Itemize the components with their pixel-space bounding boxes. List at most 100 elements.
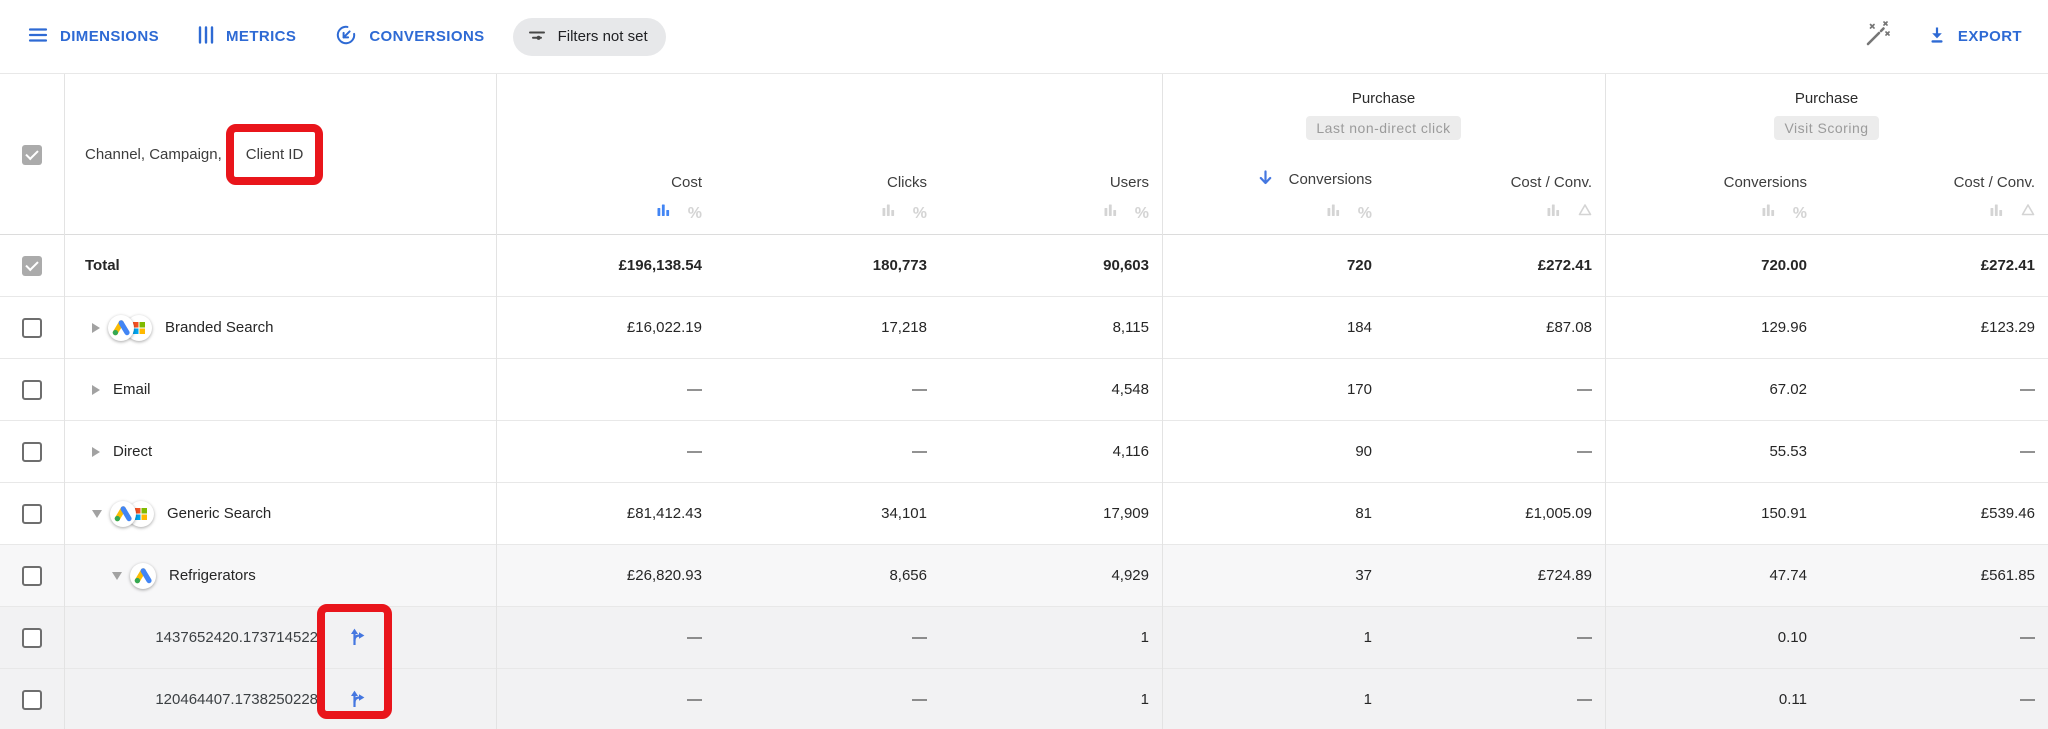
- google-ads-icon: [110, 501, 136, 527]
- delta-toggle-icon[interactable]: [1578, 203, 1592, 220]
- toolbar: DIMENSIONS METRICS CONVERSIONS: [0, 0, 2048, 74]
- export-button[interactable]: EXPORT: [1927, 25, 2022, 49]
- table-row-generic-search: Generic Search £81,412.43 34,101 17,909 …: [0, 483, 2048, 545]
- client-journey-icon[interactable]: [346, 687, 368, 713]
- row-checkbox[interactable]: [22, 690, 42, 710]
- bar-chart-toggle-icon[interactable]: [1762, 203, 1775, 220]
- cell-costconv-vs: —: [1820, 359, 2048, 420]
- row-checkbox[interactable]: [22, 256, 42, 276]
- conversions-vs-column-header[interactable]: Conversions %: [1605, 152, 1820, 235]
- cell-cost: —: [496, 421, 715, 482]
- row-name[interactable]: Branded Search: [165, 319, 273, 336]
- percent-toggle-icon[interactable]: %: [1358, 207, 1372, 220]
- cell-users: 4,548: [940, 359, 1162, 420]
- expand-arrow-icon[interactable]: [92, 323, 100, 333]
- google-ads-icon: [108, 315, 134, 341]
- table-row-client-id-1: 1437652420.173714522 — — 1 1 — 0.10 —: [0, 607, 2048, 669]
- filters-chip[interactable]: Filters not set: [513, 18, 666, 56]
- cell-clicks: —: [715, 359, 940, 420]
- dimensions-button[interactable]: DIMENSIONS: [27, 24, 159, 50]
- conversions-button[interactable]: CONVERSIONS: [334, 23, 484, 51]
- cell-conversions-lndc: 1: [1162, 607, 1385, 668]
- percent-toggle-icon[interactable]: %: [1135, 207, 1149, 220]
- cell-costconv-vs: £539.46: [1820, 483, 2048, 544]
- group-title: Purchase: [1795, 90, 1858, 107]
- cell-conversions-vs: 0.11: [1605, 669, 1820, 729]
- column-label: Users: [1110, 174, 1149, 191]
- table-row-total: Total £196,138.54 180,773 90,603 720 £27…: [0, 235, 2048, 297]
- bar-chart-toggle-icon[interactable]: [657, 203, 670, 220]
- row-name[interactable]: Direct: [113, 443, 152, 460]
- bar-chart-toggle-icon[interactable]: [1327, 203, 1340, 220]
- cell-conversions-vs: 129.96: [1605, 297, 1820, 358]
- channel-icons: [110, 501, 154, 527]
- row-checkbox[interactable]: [22, 318, 42, 338]
- auto-magic-button[interactable]: [1861, 18, 1893, 55]
- percent-toggle-icon[interactable]: %: [913, 207, 927, 220]
- column-label: Cost / Conv.: [1954, 174, 2035, 191]
- row-checkbox[interactable]: [22, 442, 42, 462]
- clicks-column-header[interactable]: Clicks %: [715, 152, 940, 235]
- total-cost: £196,138.54: [496, 235, 715, 296]
- row-checkbox[interactable]: [22, 566, 42, 586]
- channel-icons: [108, 315, 152, 341]
- collapse-arrow-icon[interactable]: [92, 510, 102, 518]
- cell-cost: £16,022.19: [496, 297, 715, 358]
- percent-toggle-icon[interactable]: %: [1793, 207, 1807, 220]
- row-name[interactable]: Generic Search: [167, 505, 271, 522]
- row-checkbox[interactable]: [22, 504, 42, 524]
- bar-chart-toggle-icon[interactable]: [1990, 203, 2003, 220]
- row-checkbox[interactable]: [22, 628, 42, 648]
- cell-clicks: —: [715, 669, 940, 729]
- cell-conversions-vs: 0.10: [1605, 607, 1820, 668]
- cell-conversions-vs: 150.91: [1605, 483, 1820, 544]
- delta-toggle-icon[interactable]: [2021, 203, 2035, 220]
- bar-chart-toggle-icon[interactable]: [1104, 203, 1117, 220]
- cell-cost: —: [496, 669, 715, 729]
- attribution-model-pill: Last non-direct click: [1306, 116, 1460, 140]
- client-journey-icon[interactable]: [346, 625, 368, 651]
- cell-conversions-lndc: 90: [1162, 421, 1385, 482]
- cost-column-header[interactable]: Cost %: [496, 152, 715, 235]
- cell-conversions-lndc: 37: [1162, 545, 1385, 606]
- sort-descending-icon[interactable]: [1256, 168, 1275, 191]
- metrics-button[interactable]: METRICS: [197, 24, 296, 50]
- magic-wand-icon: [1861, 18, 1893, 55]
- cell-costconv-lndc: —: [1385, 669, 1605, 729]
- expand-arrow-icon[interactable]: [92, 385, 100, 395]
- conversions-lndc-column-header[interactable]: Conversions %: [1162, 152, 1385, 235]
- total-users: 90,603: [940, 235, 1162, 296]
- cell-cost: £81,412.43: [496, 483, 715, 544]
- dimension-column-header[interactable]: Channel, Campaign, Client ID: [64, 74, 496, 235]
- expand-arrow-icon[interactable]: [92, 447, 100, 457]
- cell-cost: £26,820.93: [496, 545, 715, 606]
- row-name[interactable]: Email: [113, 381, 151, 398]
- costconv-vs-column-header[interactable]: Cost / Conv.: [1820, 152, 2048, 235]
- cell-clicks: 8,656: [715, 545, 940, 606]
- row-checkbox[interactable]: [22, 380, 42, 400]
- filters-chip-label: Filters not set: [558, 28, 648, 45]
- purchase-vs-group-header: Purchase Visit Scoring: [1605, 74, 2048, 152]
- select-all-checkbox[interactable]: [22, 145, 42, 165]
- cell-costconv-vs: £123.29: [1820, 297, 2048, 358]
- channel-icons: [130, 563, 156, 589]
- users-column-header[interactable]: Users %: [940, 152, 1162, 235]
- dimensions-label: DIMENSIONS: [60, 28, 159, 45]
- cell-users: 1: [940, 669, 1162, 729]
- cell-users: 8,115: [940, 297, 1162, 358]
- client-id-value: 1437652420.173714522: [155, 629, 318, 646]
- percent-toggle-icon[interactable]: %: [688, 207, 702, 220]
- row-name[interactable]: Refrigerators: [169, 567, 256, 584]
- costconv-lndc-column-header[interactable]: Cost / Conv.: [1385, 152, 1605, 235]
- export-label: EXPORT: [1958, 28, 2022, 45]
- cell-costconv-lndc: £87.08: [1385, 297, 1605, 358]
- cell-users: 4,929: [940, 545, 1162, 606]
- bar-chart-toggle-icon[interactable]: [882, 203, 895, 220]
- cell-conversions-vs: 67.02: [1605, 359, 1820, 420]
- bar-chart-toggle-icon[interactable]: [1547, 203, 1560, 220]
- column-label: Cost: [671, 174, 702, 191]
- table-row-refrigerators: Refrigerators £26,820.93 8,656 4,929 37 …: [0, 545, 2048, 607]
- collapse-arrow-icon[interactable]: [112, 572, 122, 580]
- client-id-value: 120464407.1738250228: [155, 691, 318, 708]
- metrics-label: METRICS: [226, 28, 296, 45]
